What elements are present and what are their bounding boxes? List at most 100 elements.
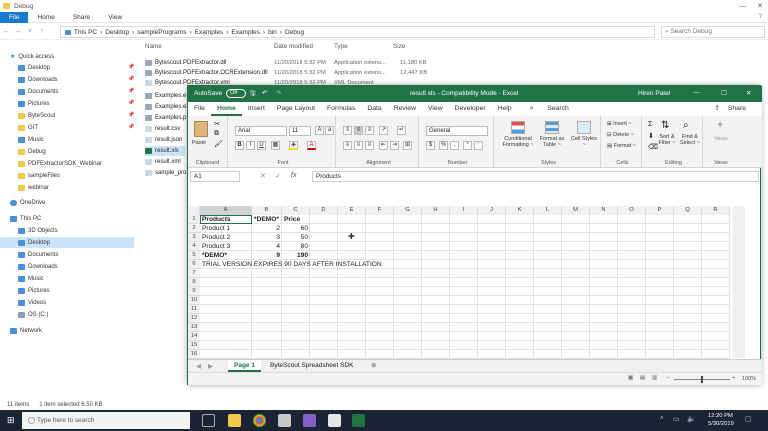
zoom-in-icon[interactable]: + bbox=[732, 375, 735, 381]
breadcrumb-item[interactable]: Desktop bbox=[105, 29, 129, 36]
pin-icon[interactable]: 📌 bbox=[128, 76, 134, 82]
pin-icon[interactable]: 📌 bbox=[128, 100, 134, 106]
format-painter-icon[interactable]: 🖌 bbox=[214, 140, 223, 148]
breadcrumb-item[interactable]: This PC bbox=[74, 29, 97, 36]
column-header[interactable]: D bbox=[310, 206, 338, 215]
save-icon[interactable]: 🖫 bbox=[250, 89, 256, 100]
pin-icon[interactable]: 📌 bbox=[128, 112, 134, 118]
file-row[interactable]: sample_pro bbox=[145, 168, 186, 178]
column-header[interactable]: A bbox=[200, 206, 252, 215]
column-header[interactable]: G bbox=[394, 206, 422, 215]
back-arrow-icon[interactable]: ← bbox=[0, 28, 12, 35]
nav-item[interactable]: Debug bbox=[18, 146, 46, 157]
nav-item[interactable]: Documents bbox=[18, 249, 58, 260]
select-all-corner[interactable] bbox=[188, 206, 200, 215]
help-icon[interactable]: ? bbox=[759, 14, 762, 20]
sort-filter-button[interactable]: Sort & Filter ~ bbox=[657, 134, 677, 146]
cell[interactable]: 9 bbox=[254, 251, 280, 260]
minimize-icon[interactable]: — bbox=[693, 89, 700, 96]
column-header-size[interactable]: Size bbox=[393, 43, 405, 50]
currency-icon[interactable]: $ bbox=[426, 141, 435, 150]
recent-chevron-icon[interactable]: ˅ bbox=[24, 28, 36, 35]
tab-data[interactable]: Data bbox=[361, 102, 387, 116]
font-color-icon[interactable]: A bbox=[307, 141, 316, 150]
find-select-icon[interactable]: ⌕ bbox=[683, 120, 689, 131]
cell[interactable]: 60 bbox=[284, 224, 308, 233]
clock-time[interactable]: 12:20 PM bbox=[708, 413, 733, 419]
cell-styles-button[interactable]: Cell Styles ~ bbox=[570, 136, 598, 148]
breadcrumb-item[interactable]: samplePrograms bbox=[137, 29, 186, 36]
file-row[interactable]: result.json bbox=[145, 135, 182, 145]
ideas-icon[interactable]: ✦ bbox=[716, 120, 724, 131]
nav-item[interactable]: GIT bbox=[18, 122, 38, 133]
breadcrumb-item[interactable]: Examples bbox=[231, 29, 260, 36]
row-header[interactable]: 7 bbox=[188, 269, 200, 278]
row-header[interactable]: 14 bbox=[188, 332, 200, 341]
normal-view-icon[interactable]: ▦ bbox=[628, 375, 633, 381]
breadcrumb-item[interactable]: Examples bbox=[195, 29, 224, 36]
zoom-slider-thumb[interactable] bbox=[701, 376, 703, 383]
nav-quick-access[interactable]: ★ Quick access bbox=[10, 51, 54, 62]
cell[interactable]: Product 3 bbox=[202, 242, 230, 251]
name-box[interactable]: A1 bbox=[190, 171, 240, 182]
forward-arrow-icon[interactable]: → bbox=[12, 28, 24, 35]
tab-home[interactable]: Home bbox=[210, 102, 242, 116]
indent-icon[interactable]: ⇤ bbox=[379, 141, 388, 150]
conditional-formatting-button[interactable]: Conditional Formatting ~ bbox=[500, 136, 536, 148]
function-icon[interactable]: fx bbox=[291, 172, 296, 179]
prev-sheet-icon[interactable]: ◀ bbox=[196, 362, 201, 370]
nav-item[interactable]: ByteScout bbox=[18, 110, 55, 121]
sort-filter-icon[interactable]: ⇅ bbox=[661, 120, 669, 131]
fill-color-icon[interactable]: ◈ bbox=[289, 141, 298, 150]
nav-item[interactable]: Downloads bbox=[18, 261, 58, 272]
increase-font-icon[interactable]: A bbox=[315, 126, 324, 135]
column-header[interactable]: M bbox=[562, 206, 590, 215]
vertical-scrollbar[interactable] bbox=[733, 206, 745, 358]
pin-icon[interactable]: 📌 bbox=[128, 88, 134, 94]
nav-item[interactable]: Music bbox=[18, 273, 44, 284]
nav-network[interactable]: Network bbox=[10, 325, 42, 336]
row-header[interactable]: 11 bbox=[188, 305, 200, 314]
wrap-text-icon[interactable]: ↵ bbox=[397, 126, 406, 135]
sheet-tab-page-1[interactable]: Page 1 bbox=[228, 360, 261, 372]
app-taskbar-icon[interactable] bbox=[328, 414, 341, 427]
cell[interactable]: TRIAL VERSION EXPIRES 90 DAYS AFTER INST… bbox=[202, 260, 382, 269]
page-break-icon[interactable]: ▥ bbox=[652, 375, 657, 381]
file-row[interactable]: Examples.p bbox=[145, 113, 186, 123]
pin-icon[interactable]: 📌 bbox=[128, 124, 134, 130]
close-icon[interactable]: ✕ bbox=[757, 2, 763, 10]
outdent-icon[interactable]: ⇥ bbox=[390, 141, 399, 150]
borders-icon[interactable]: ▦ bbox=[271, 141, 280, 150]
visual-studio-taskbar-icon[interactable] bbox=[303, 414, 316, 427]
format-button[interactable]: ▤ Format ~ bbox=[607, 143, 636, 149]
nav-item[interactable]: Music bbox=[18, 134, 44, 145]
file-row-selected[interactable]: result.xls bbox=[145, 146, 185, 156]
nav-item[interactable]: PDFExtractorSDK_Webinar bbox=[18, 158, 102, 169]
chrome-taskbar-icon[interactable] bbox=[253, 414, 266, 427]
next-sheet-icon[interactable]: ▶ bbox=[208, 362, 213, 370]
add-sheet-icon[interactable]: ⊕ bbox=[371, 361, 376, 369]
nav-item[interactable]: Pictures bbox=[18, 285, 50, 296]
file-row[interactable]: result.csv bbox=[145, 124, 180, 134]
row-header[interactable]: 3 bbox=[188, 233, 200, 242]
tab-formulas[interactable]: Formulas bbox=[321, 102, 361, 116]
column-header[interactable]: F bbox=[366, 206, 394, 215]
maximize-icon[interactable]: ☐ bbox=[721, 89, 727, 97]
ideas-button[interactable]: Ideas bbox=[710, 136, 732, 142]
file-row[interactable]: Bytescout.PDFExtractor.OCRExtension.dll bbox=[145, 68, 268, 78]
column-header[interactable]: E bbox=[338, 206, 366, 215]
clock-date[interactable]: 5/30/2019 bbox=[708, 421, 734, 427]
tray-chevron-icon[interactable]: ˄ bbox=[660, 416, 664, 422]
cell[interactable]: 2 bbox=[254, 224, 280, 233]
up-arrow-icon[interactable]: ↑ bbox=[36, 28, 48, 35]
search-box[interactable]: ⌕ Search bbox=[518, 102, 581, 116]
sheet-tab-bytescout[interactable]: ByteScout Spreadsheet SDK bbox=[264, 360, 359, 372]
column-header[interactable]: L bbox=[534, 206, 562, 215]
page-layout-icon[interactable]: ▤ bbox=[640, 375, 645, 381]
row-header[interactable]: 8 bbox=[188, 278, 200, 287]
column-header[interactable]: R bbox=[702, 206, 730, 215]
nav-item[interactable]: 3D Objects bbox=[18, 225, 58, 236]
nav-item[interactable]: Pictures bbox=[18, 98, 50, 109]
column-header[interactable]: N bbox=[590, 206, 618, 215]
decrease-decimal-icon[interactable]: ⁻ bbox=[474, 141, 483, 150]
